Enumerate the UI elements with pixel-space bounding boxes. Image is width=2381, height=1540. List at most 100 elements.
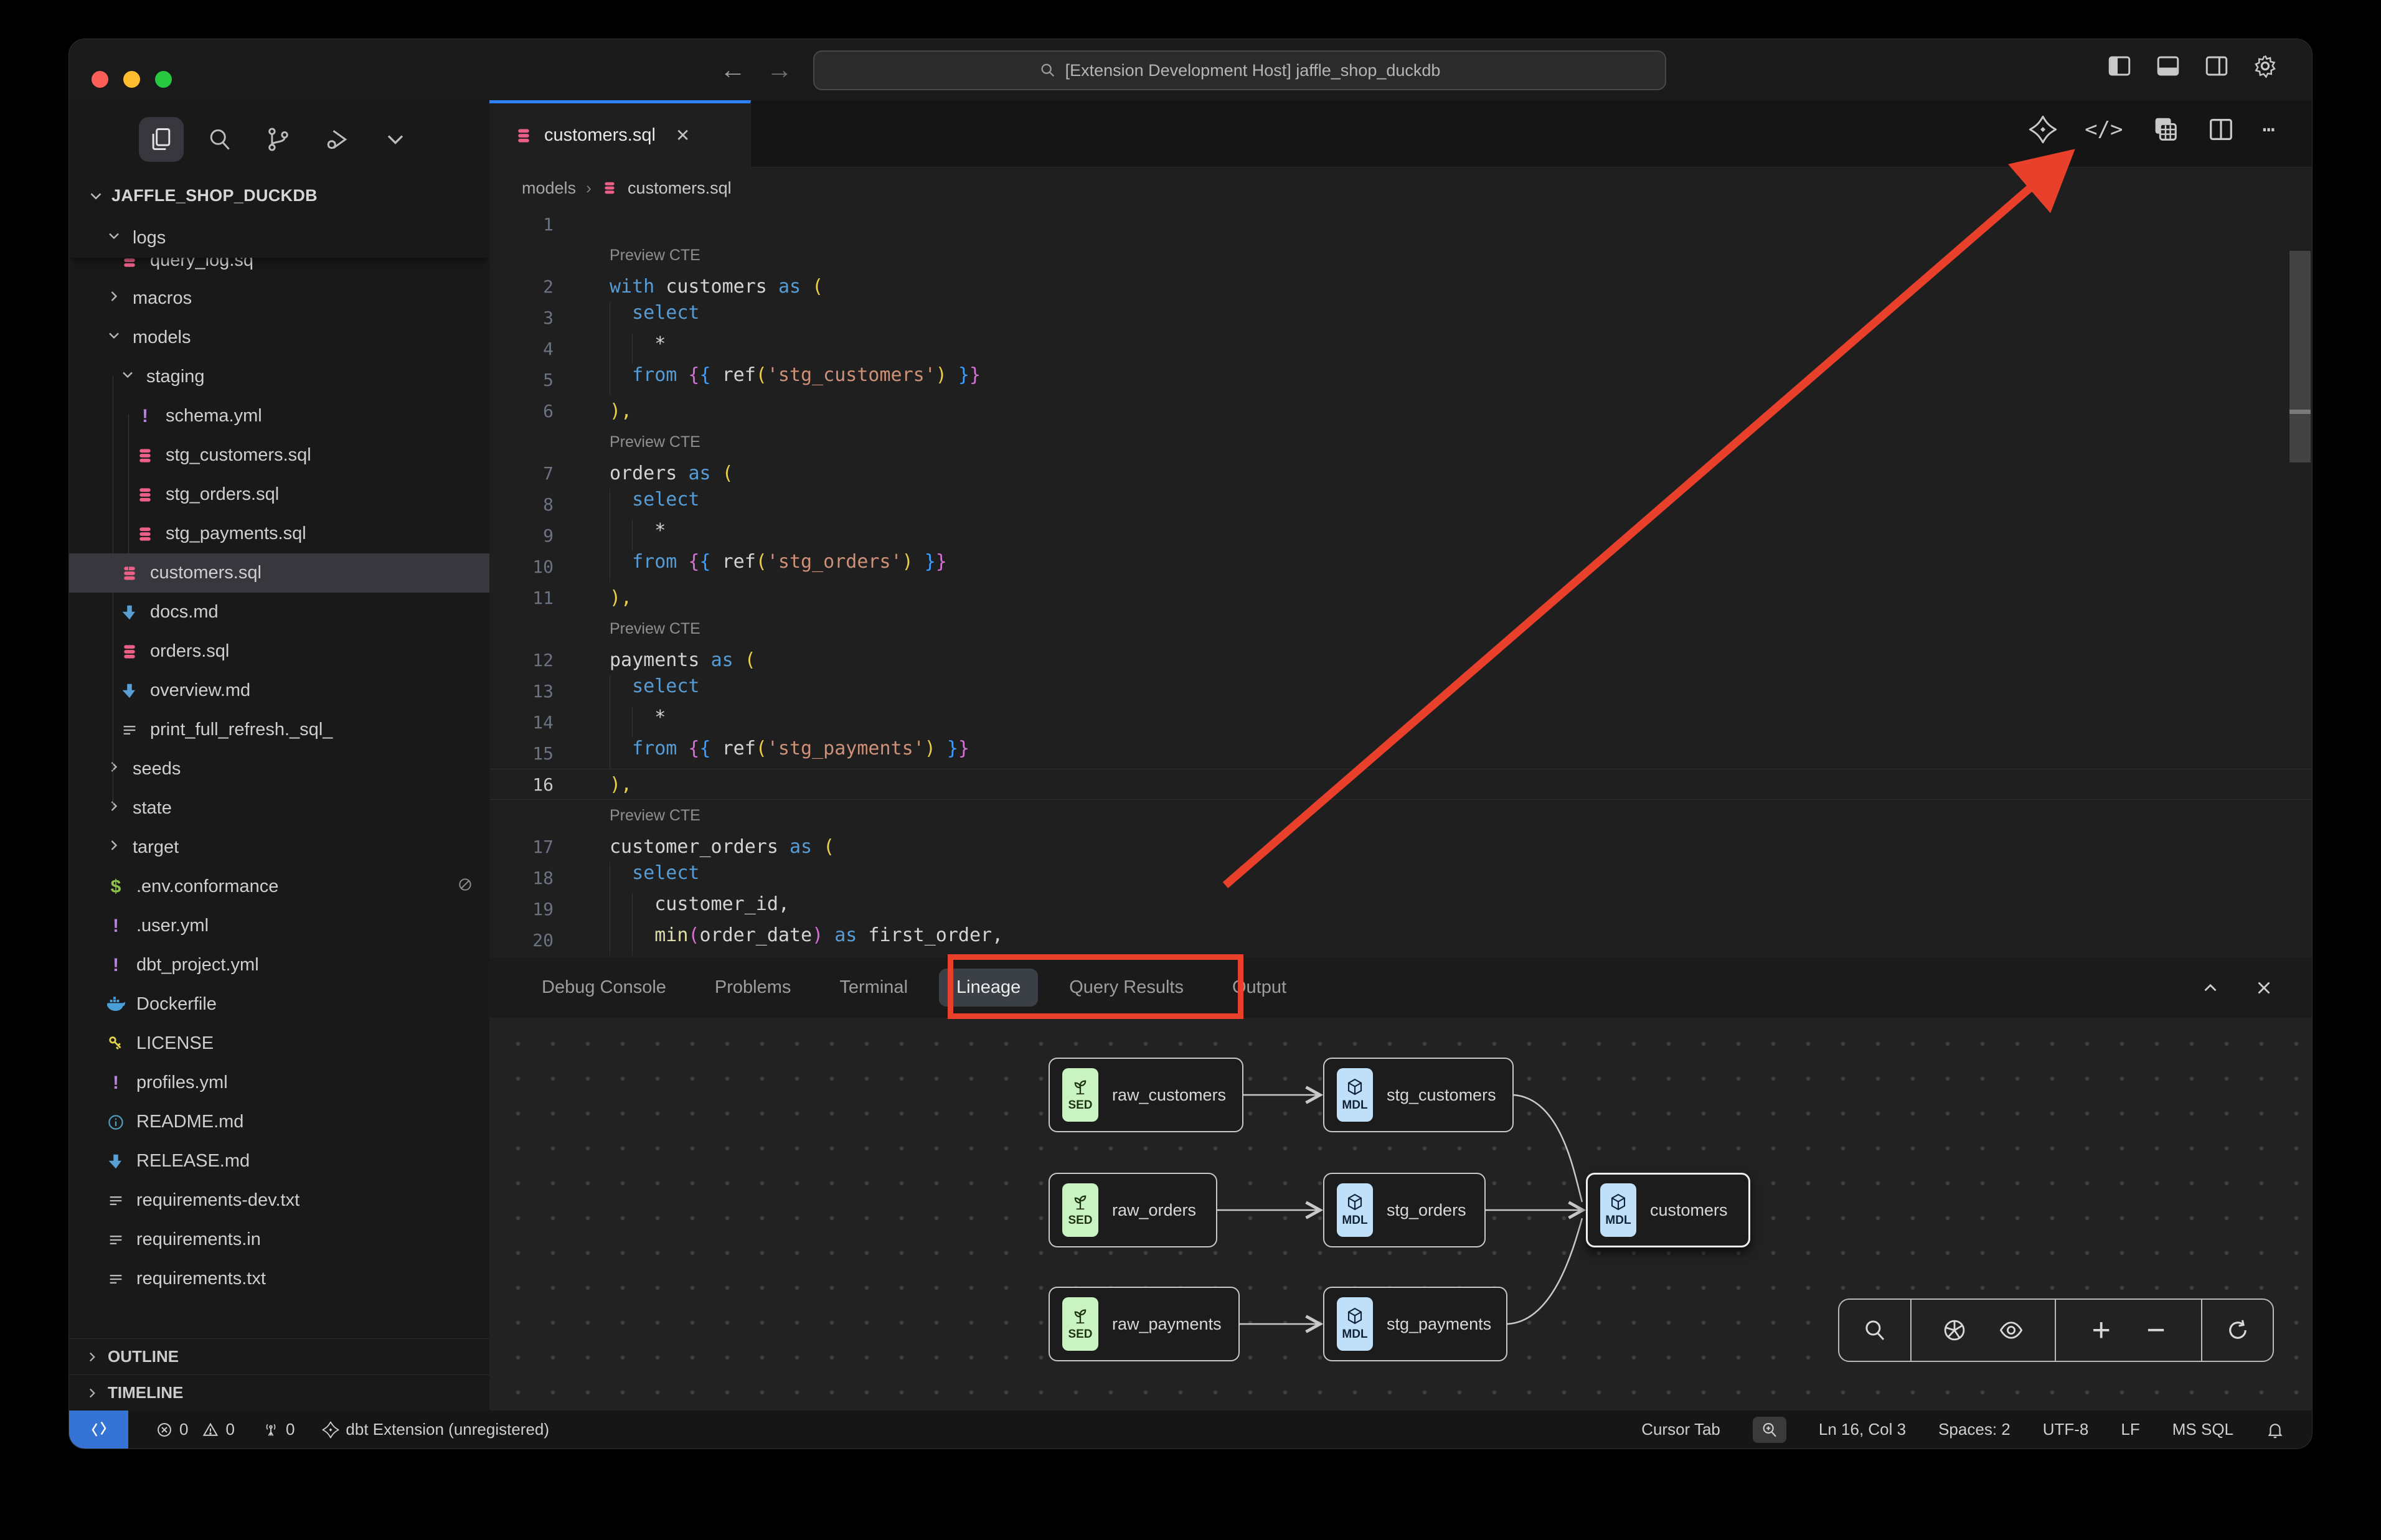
- tree-item-license[interactable]: LICENSE: [69, 1024, 489, 1063]
- breadcrumb-file[interactable]: customers.sql: [628, 179, 732, 198]
- tree-item-seeds[interactable]: seeds: [69, 749, 489, 789]
- tree-item-dbt-project-yml[interactable]: !dbt_project.yml: [69, 946, 489, 985]
- tree-item-stg-payments-sql[interactable]: stg_payments.sql: [69, 514, 489, 553]
- indentation-status[interactable]: Spaces: 2: [1938, 1420, 2011, 1439]
- codelens-preview-cte[interactable]: Preview CTE: [610, 807, 700, 825]
- search-tab[interactable]: [197, 117, 242, 162]
- cursor-position-status[interactable]: Ln 16, Col 3: [1819, 1420, 1906, 1439]
- problems-status[interactable]: 0 0: [156, 1420, 235, 1439]
- timeline-section[interactable]: TIMELINE: [69, 1374, 489, 1411]
- tree-item-release-md[interactable]: RELEASE.md: [69, 1142, 489, 1181]
- codelens-row[interactable]: Preview CTE: [489, 426, 2312, 458]
- code-line[interactable]: 13 select: [489, 675, 2312, 707]
- codelens-row[interactable]: Preview CTE: [489, 613, 2312, 644]
- tree-item-models[interactable]: models: [69, 318, 489, 357]
- panel-tab-problems[interactable]: Problems: [697, 969, 809, 1007]
- compiled-code-icon[interactable]: </>: [2085, 117, 2123, 142]
- cursor-tab-status[interactable]: Cursor Tab: [1641, 1420, 1720, 1439]
- code-line[interactable]: 4 *: [489, 333, 2312, 364]
- code-editor[interactable]: 1Preview CTE2with customers as (3 select…: [489, 209, 2312, 957]
- eol-status[interactable]: LF: [2121, 1420, 2139, 1439]
- lineage-search-icon[interactable]: [1862, 1317, 1888, 1343]
- code-line[interactable]: 8 select: [489, 489, 2312, 520]
- query-results-icon[interactable]: [2151, 115, 2179, 144]
- codelens-preview-cte[interactable]: Preview CTE: [610, 433, 700, 451]
- code-line[interactable]: 6),: [489, 395, 2312, 426]
- code-line[interactable]: 1: [489, 209, 2312, 240]
- tree-item-profiles-yml[interactable]: !profiles.yml: [69, 1063, 489, 1102]
- tree-item-target[interactable]: target: [69, 828, 489, 867]
- lineage-canvas[interactable]: SEDraw_customers MDLstg_customers SEDraw_o…: [489, 1018, 2312, 1411]
- toggle-primary-sidebar-icon[interactable]: [2106, 53, 2133, 79]
- code-line[interactable]: 9 *: [489, 520, 2312, 551]
- panel-close-icon[interactable]: [2253, 977, 2275, 998]
- code-line[interactable]: 12payments as (: [489, 644, 2312, 675]
- forward-icon[interactable]: →: [766, 55, 793, 84]
- code-line[interactable]: 11),: [489, 582, 2312, 613]
- tree-item-print-full-refresh-sql-[interactable]: print_full_refresh._sql_: [69, 710, 489, 749]
- code-line[interactable]: 15 from {{ ref('stg_payments') }}: [489, 738, 2312, 769]
- breadcrumb-folder[interactable]: models: [522, 179, 576, 198]
- scrollbar-thumb[interactable]: [2289, 251, 2311, 462]
- tree-item-readme-md[interactable]: README.md: [69, 1102, 489, 1142]
- zoom-window-button[interactable]: [155, 71, 172, 88]
- code-line[interactable]: 2with customers as (: [489, 271, 2312, 302]
- command-center-search[interactable]: [Extension Development Host] jaffle_shop…: [813, 50, 1666, 90]
- tree-item-stg-customers-sql[interactable]: stg_customers.sql: [69, 436, 489, 475]
- zoom-out-button[interactable]: −: [2146, 1317, 2165, 1343]
- tree-item-staging[interactable]: staging: [69, 357, 489, 397]
- lineage-node-raw_orders[interactable]: SEDraw_orders: [1049, 1173, 1217, 1247]
- tab-customers-sql[interactable]: customers.sql ✕: [489, 100, 751, 167]
- toggle-panel-icon[interactable]: [2155, 53, 2181, 79]
- split-editor-icon[interactable]: [2207, 115, 2235, 144]
- tree-item-requirements-in[interactable]: requirements.in: [69, 1220, 489, 1259]
- tree-item-overview-md[interactable]: overview.md: [69, 671, 489, 710]
- back-icon[interactable]: ←: [720, 55, 746, 84]
- tree-item--env-conformance[interactable]: $.env.conformance: [69, 867, 489, 906]
- toggle-secondary-sidebar-icon[interactable]: [2204, 53, 2230, 79]
- dbt-power-user-icon[interactable]: [2029, 115, 2057, 144]
- project-header[interactable]: JAFFLE_SHOP_DUCKDB: [87, 186, 318, 205]
- lineage-snapshot-icon[interactable]: [1941, 1317, 1968, 1343]
- tree-item-requirements-dev-txt[interactable]: requirements-dev.txt: [69, 1181, 489, 1220]
- tree-item-customers-sql[interactable]: customers.sql: [69, 553, 489, 593]
- more-actions-icon[interactable]: ⋯: [2263, 117, 2277, 142]
- tree-item-stg-orders-sql[interactable]: stg_orders.sql: [69, 475, 489, 514]
- tree-item-requirements-txt[interactable]: requirements.txt: [69, 1259, 489, 1298]
- close-window-button[interactable]: [92, 71, 108, 88]
- panel-maximize-icon[interactable]: [2200, 977, 2221, 998]
- tree-item-query-log-sq[interactable]: query_log.sq: [69, 258, 489, 279]
- lineage-node-stg_customers[interactable]: MDLstg_customers: [1323, 1058, 1514, 1132]
- code-line[interactable]: 7orders as (: [489, 458, 2312, 489]
- tree-item--user-yml[interactable]: !.user.yml: [69, 906, 489, 946]
- lineage-node-customers[interactable]: MDLcustomers: [1586, 1173, 1750, 1247]
- encoding-status[interactable]: UTF-8: [2043, 1420, 2089, 1439]
- code-line[interactable]: 20 min(order_date) as first_order,: [489, 924, 2312, 955]
- codelens-row[interactable]: Preview CTE: [489, 800, 2312, 831]
- zoom-status[interactable]: [1753, 1417, 1786, 1443]
- more-views-button[interactable]: [373, 117, 418, 162]
- lineage-node-raw_payments[interactable]: SEDraw_payments: [1049, 1287, 1240, 1361]
- ports-status[interactable]: 0: [262, 1420, 295, 1439]
- tree-item-macros[interactable]: macros: [69, 279, 489, 318]
- code-line[interactable]: 3 select: [489, 302, 2312, 333]
- source-control-tab[interactable]: [256, 117, 301, 162]
- tree-item-logs[interactable]: logs: [69, 218, 489, 258]
- lineage-node-raw_customers[interactable]: SEDraw_customers: [1049, 1058, 1243, 1132]
- language-mode-status[interactable]: MS SQL: [2172, 1420, 2233, 1439]
- tree-item-dockerfile[interactable]: Dockerfile: [69, 985, 489, 1024]
- code-line[interactable]: 5 from {{ ref('stg_customers') }}: [489, 364, 2312, 395]
- code-line[interactable]: 10 from {{ ref('stg_orders') }}: [489, 551, 2312, 582]
- code-line[interactable]: 14 *: [489, 707, 2312, 738]
- tree-item-state[interactable]: state: [69, 789, 489, 828]
- tree-item-schema-yml[interactable]: !schema.yml: [69, 397, 489, 436]
- code-line[interactable]: 16),: [489, 769, 2312, 800]
- editor-scrollbar[interactable]: [2288, 209, 2312, 957]
- lineage-visibility-icon[interactable]: [1998, 1317, 2024, 1343]
- code-line[interactable]: 17customer_orders as (: [489, 831, 2312, 862]
- codelens-row[interactable]: Preview CTE: [489, 240, 2312, 271]
- code-line[interactable]: 19 customer_id,: [489, 893, 2312, 924]
- dbt-extension-status[interactable]: dbt Extension (unregistered): [322, 1420, 549, 1439]
- tree-item-orders-sql[interactable]: orders.sql: [69, 632, 489, 671]
- explorer-tab[interactable]: [139, 117, 184, 162]
